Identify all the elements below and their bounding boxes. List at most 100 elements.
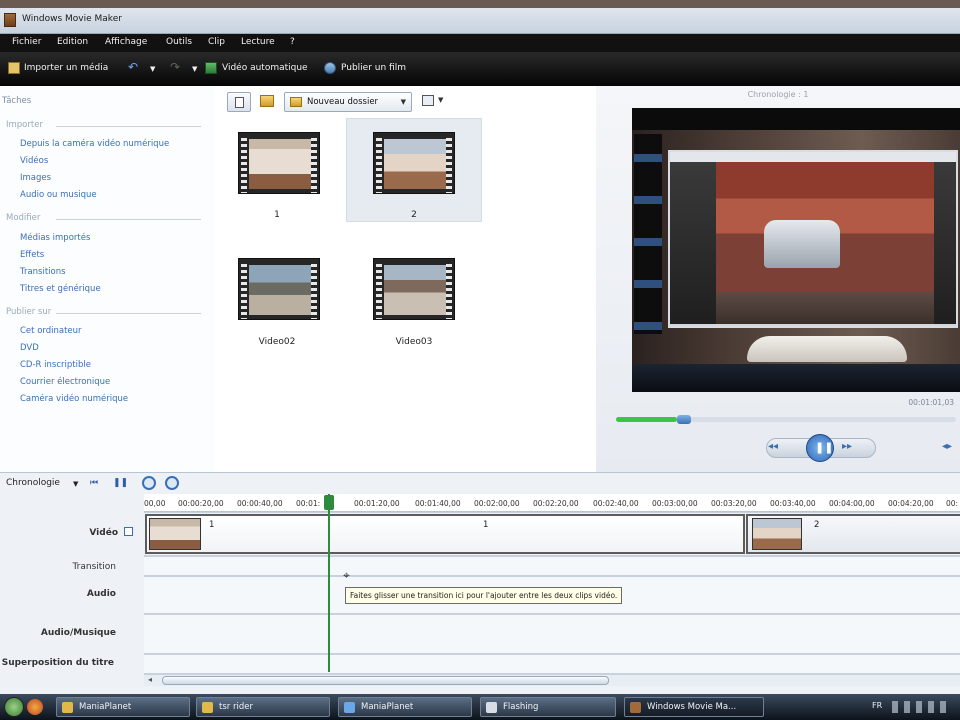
timeline-clip-2[interactable]: 2 [746,514,960,554]
clip-label: Video02 [258,337,296,347]
seek-bar[interactable] [616,415,956,424]
link-dvd[interactable]: DVD [20,343,39,353]
taskbar-item-tsr-rider[interactable]: tsr rider [196,697,330,717]
link-effects[interactable]: Effets [20,250,44,260]
folder-dropdown[interactable]: Nouveau dossier ▼ [284,92,412,112]
mouse-cursor-icon: ⌖ [343,568,350,582]
folder-icon [290,97,302,107]
taskbar-item-flashing[interactable]: Flashing [480,697,616,717]
fast-forward-icon[interactable]: ▸▸ [842,441,852,452]
redo-icon[interactable]: ↷ [170,60,180,74]
pause-button[interactable]: ❚❚ [806,434,834,462]
menu-edition[interactable]: Edition [57,37,88,47]
track-label-audio: Audio [86,589,116,599]
film-sprockets [446,261,452,319]
link-images[interactable]: Images [20,173,51,183]
chevron-down-icon[interactable]: ▼ [73,480,78,488]
view-dropdown-icon[interactable]: ▼ [438,96,443,104]
timeline-clip-1[interactable]: 1 1 [145,514,745,554]
link-titles-credits[interactable]: Titres et générique [20,284,101,294]
clip-thumbnail-2[interactable] [373,132,455,194]
link-dv-camera[interactable]: Caméra vidéo numérique [20,394,128,404]
link-from-camera[interactable]: Depuis la caméra vidéo numérique [20,139,169,149]
zoom-out-icon[interactable] [165,476,179,490]
film-sprockets [241,261,247,319]
publish-movie-button[interactable]: Publier un film [341,63,406,73]
clip-label: Video03 [395,337,433,347]
game-hud-left [670,162,716,324]
clip-label: 1 [274,210,280,220]
timeline-mode-dropdown[interactable]: Chronologie [6,478,60,488]
taskbar-item-maniaplanet-2[interactable]: ManiaPlanet [338,697,472,717]
pause-icon: ❚❚ [815,441,834,454]
folder-up-icon[interactable] [260,95,274,107]
app-icon [4,13,16,27]
redo-dropdown-icon[interactable]: ▼ [192,65,197,73]
scrollbar-thumb[interactable] [162,676,609,685]
zoom-in-icon[interactable] [142,476,156,490]
preview-time: 00:01:01,03 [908,398,954,407]
taskbar-item-movie-maker[interactable]: Windows Movie Ma... [624,697,764,717]
title-overlay-track[interactable] [144,654,960,674]
toolbar: Importer un média ↶ ▼ ↷ ▼ Vidéo automati… [0,52,960,86]
ruler-tick-label: 00:02:00,00 [474,499,520,508]
menu-help[interactable]: ? [290,37,295,47]
tasks-toggle-button[interactable] [227,92,251,112]
expand-track-icon[interactable] [124,527,133,536]
transition-track[interactable] [144,556,960,576]
ruler-tick-label: 00: [946,499,959,508]
playhead-line[interactable] [328,494,330,672]
track-label-title-overlay: Superposition du titre [1,658,114,668]
clip-thumbnail-1[interactable] [238,132,320,194]
seek-thumb[interactable] [677,415,691,424]
tray-icons[interactable] [892,701,952,713]
link-transitions[interactable]: Transitions [20,267,66,277]
undo-icon[interactable]: ↶ [128,60,138,74]
menu-lecture[interactable]: Lecture [241,37,275,47]
desktop-strip [0,0,960,8]
menu-outils[interactable]: Outils [166,37,192,47]
tasks-heading: Tâches [2,96,32,106]
menu-fichier[interactable]: Fichier [12,37,41,47]
folder-dropdown-value: Nouveau dossier [307,97,379,107]
undo-dropdown-icon[interactable]: ▼ [150,65,155,73]
link-cd-r[interactable]: CD-R inscriptible [20,360,91,370]
clip-image [249,265,311,315]
rewind-icon[interactable]: ◂◂ [768,441,778,452]
link-this-computer[interactable]: Cet ordinateur [20,326,82,336]
ruler-tick-label: 00:00:40,00 [237,499,283,508]
import-media-button[interactable]: Importer un média [24,63,108,73]
link-email[interactable]: Courrier électronique [20,377,110,387]
auto-movie-button[interactable]: Vidéo automatique [222,63,308,73]
car-shape [764,220,840,268]
file-icon [486,702,497,713]
clip-thumbnail-video02[interactable] [238,258,320,320]
clip-thumbnail-video03[interactable] [373,258,455,320]
menu-clip[interactable]: Clip [208,37,225,47]
taskbar-item-maniaplanet[interactable]: ManiaPlanet [56,697,190,717]
timeline-scrollbar[interactable]: ◂ [144,674,960,686]
link-imported-media[interactable]: Médias importés [20,233,90,243]
scroll-left-icon[interactable]: ◂ [148,675,152,684]
playhead-handle[interactable] [324,495,334,510]
ruler-tick-label: 00:02:20,00 [533,499,579,508]
firefox-icon[interactable] [27,699,43,715]
ruler-tick-label: 00:02:40,00 [593,499,639,508]
rewind-timeline-icon[interactable]: ⏮ [90,478,98,488]
clip-thumbnail [149,518,201,550]
preview-pane: Chronologie : 1 00:01:01,03 ◂◂ ❚❚ ▸▸ ◂▸ [596,86,960,472]
music-track[interactable] [144,614,960,654]
menu-affichage[interactable]: Affichage [105,37,147,47]
import-icon [8,62,20,74]
language-indicator[interactable]: FR [872,701,882,710]
ruler-tick-label: 00:03:00,00 [652,499,698,508]
film-sprockets [376,135,382,193]
link-videos[interactable]: Vidéos [20,156,48,166]
tasks-pane: Tâches Importer Depuis la caméra vidéo n… [0,86,214,472]
start-button[interactable] [4,697,24,717]
pause-timeline-icon[interactable]: ❚❚ [113,478,128,488]
section-edit-title: Modifier [6,213,41,223]
split-icon[interactable]: ◂▸ [942,441,952,452]
view-options-icon[interactable] [422,95,434,106]
link-audio-music[interactable]: Audio ou musique [20,190,97,200]
